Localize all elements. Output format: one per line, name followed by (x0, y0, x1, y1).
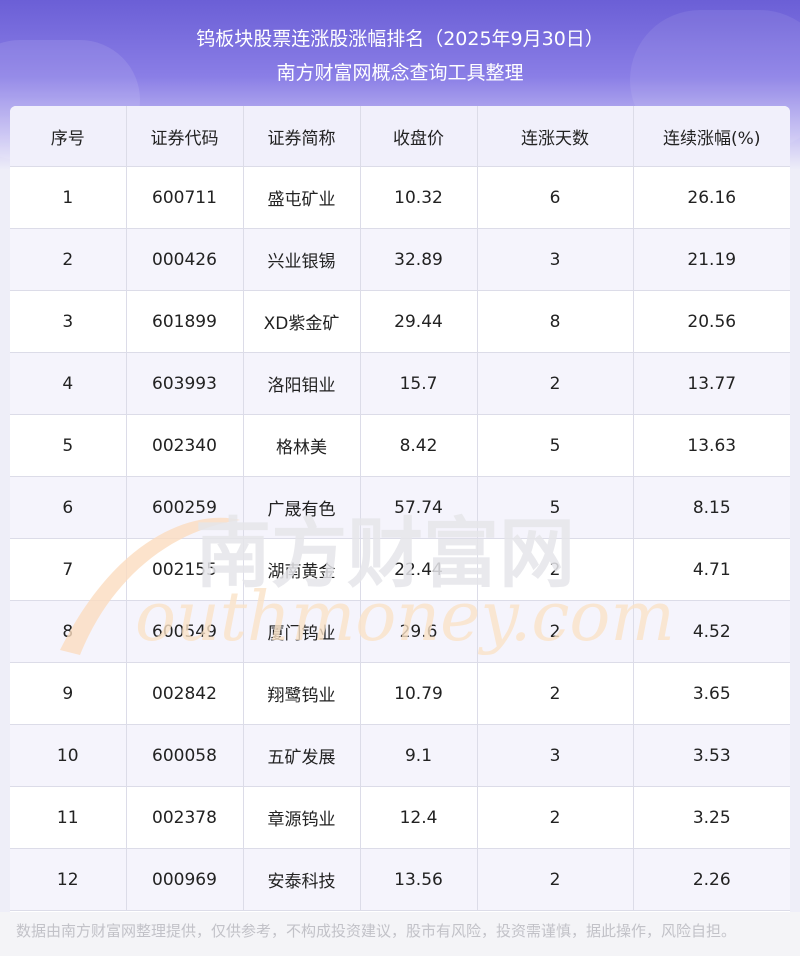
cell-index: 7 (10, 538, 127, 601)
cell-name: 翔鹭钨业 (242, 662, 361, 725)
cell-close-price: 29.6 (359, 600, 478, 663)
ranking-table-card: 序号 证券代码 证券简称 收盘价 连涨天数 连续涨幅(%) 1 600711 盛… (10, 106, 790, 912)
cell-cumulative-gain: 20.56 (632, 290, 790, 353)
cell-code: 600259 (125, 476, 244, 539)
cell-index: 4 (10, 352, 127, 415)
cell-rising-days: 2 (476, 600, 634, 663)
cell-close-price: 12.4 (359, 786, 478, 849)
table-row: 8 600549 厦门钨业 29.6 2 4.52 (10, 600, 790, 663)
page-title: 钨板块股票连涨股涨幅排名（2025年9月30日） (196, 28, 604, 50)
cell-code: 002842 (125, 662, 244, 725)
cell-cumulative-gain: 3.65 (632, 662, 790, 725)
cell-code: 002155 (125, 538, 244, 601)
cell-cumulative-gain: 4.71 (632, 538, 790, 601)
cell-cumulative-gain: 13.77 (632, 352, 790, 415)
cell-rising-days: 6 (476, 166, 634, 229)
cell-cumulative-gain: 13.63 (632, 414, 790, 477)
cell-index: 11 (10, 786, 127, 849)
table-row: 3 601899 XD紫金矿 29.44 8 20.56 (10, 290, 790, 353)
cell-name: 湖南黄金 (242, 538, 361, 601)
column-header-index: 序号 (10, 106, 127, 167)
cell-index: 12 (10, 848, 127, 911)
cell-name: 广晟有色 (242, 476, 361, 539)
cell-index: 5 (10, 414, 127, 477)
table-row: 4 603993 洛阳钼业 15.7 2 13.77 (10, 352, 790, 415)
column-header-rising-days: 连涨天数 (476, 106, 634, 167)
cell-name: 盛屯矿业 (242, 166, 361, 229)
table-header-row: 序号 证券代码 证券简称 收盘价 连涨天数 连续涨幅(%) (10, 106, 790, 167)
cell-cumulative-gain: 3.25 (632, 786, 790, 849)
cell-close-price: 9.1 (359, 724, 478, 787)
cell-code: 000969 (125, 848, 244, 911)
cell-code: 603993 (125, 352, 244, 415)
cell-rising-days: 8 (476, 290, 634, 353)
cell-rising-days: 2 (476, 662, 634, 725)
cell-cumulative-gain: 21.19 (632, 228, 790, 291)
table-row: 5 002340 格林美 8.42 5 13.63 (10, 414, 790, 477)
cell-code: 601899 (125, 290, 244, 353)
cell-close-price: 10.79 (359, 662, 478, 725)
cell-close-price: 32.89 (359, 228, 478, 291)
cell-close-price: 15.7 (359, 352, 478, 415)
cell-cumulative-gain: 8.15 (632, 476, 790, 539)
cell-rising-days: 2 (476, 786, 634, 849)
cell-name: 洛阳钼业 (242, 352, 361, 415)
table-row: 2 000426 兴业银锡 32.89 3 21.19 (10, 228, 790, 291)
cell-close-price: 29.44 (359, 290, 478, 353)
table-row: 7 002155 湖南黄金 22.44 2 4.71 (10, 538, 790, 601)
cell-rising-days: 3 (476, 724, 634, 787)
cell-code: 600711 (125, 166, 244, 229)
table-row: 12 000969 安泰科技 13.56 2 2.26 (10, 848, 790, 911)
cell-close-price: 22.44 (359, 538, 478, 601)
cell-close-price: 57.74 (359, 476, 478, 539)
table-row: 1 600711 盛屯矿业 10.32 6 26.16 (10, 166, 790, 229)
table-body: 1 600711 盛屯矿业 10.32 6 26.16 2 000426 兴业银… (10, 166, 790, 911)
table-row: 10 600058 五矿发展 9.1 3 3.53 (10, 724, 790, 787)
cell-rising-days: 2 (476, 352, 634, 415)
disclaimer-footer: 数据由南方财富网整理提供，仅供参考，不构成投资建议，股市有风险，投资需谨慎，据此… (0, 912, 800, 956)
cell-name: 格林美 (242, 414, 361, 477)
cell-index: 9 (10, 662, 127, 725)
cell-rising-days: 5 (476, 414, 634, 477)
cell-name: 厦门钨业 (242, 600, 361, 663)
cell-code: 002378 (125, 786, 244, 849)
cell-rising-days: 3 (476, 228, 634, 291)
cell-name: 章源钨业 (242, 786, 361, 849)
cell-index: 10 (10, 724, 127, 787)
cell-code: 002340 (125, 414, 244, 477)
table-row: 11 002378 章源钨业 12.4 2 3.25 (10, 786, 790, 849)
cell-cumulative-gain: 2.26 (632, 848, 790, 911)
cell-code: 600549 (125, 600, 244, 663)
cell-index: 1 (10, 166, 127, 229)
cell-close-price: 13.56 (359, 848, 478, 911)
cell-name: 五矿发展 (242, 724, 361, 787)
disclaimer-text: 数据由南方财富网整理提供，仅供参考，不构成投资建议，股市有风险，投资需谨慎，据此… (16, 922, 737, 940)
column-header-close-price: 收盘价 (359, 106, 478, 167)
column-header-code: 证券代码 (125, 106, 244, 167)
cell-name: 安泰科技 (242, 848, 361, 911)
table-row: 9 002842 翔鹭钨业 10.79 2 3.65 (10, 662, 790, 725)
table-row: 6 600259 广晟有色 57.74 5 8.15 (10, 476, 790, 539)
cell-index: 3 (10, 290, 127, 353)
cell-close-price: 10.32 (359, 166, 478, 229)
cell-code: 600058 (125, 724, 244, 787)
cell-rising-days: 2 (476, 848, 634, 911)
cell-rising-days: 2 (476, 538, 634, 601)
cell-cumulative-gain: 26.16 (632, 166, 790, 229)
cell-index: 8 (10, 600, 127, 663)
column-header-cumulative-gain: 连续涨幅(%) (632, 106, 790, 167)
page-subtitle: 南方财富网概念查询工具整理 (276, 62, 524, 84)
cell-code: 000426 (125, 228, 244, 291)
cell-name: 兴业银锡 (242, 228, 361, 291)
cell-rising-days: 5 (476, 476, 634, 539)
cell-index: 6 (10, 476, 127, 539)
cell-index: 2 (10, 228, 127, 291)
cell-close-price: 8.42 (359, 414, 478, 477)
cell-cumulative-gain: 3.53 (632, 724, 790, 787)
ranking-table: 序号 证券代码 证券简称 收盘价 连涨天数 连续涨幅(%) 1 600711 盛… (10, 106, 790, 911)
cell-cumulative-gain: 4.52 (632, 600, 790, 663)
column-header-name: 证券简称 (242, 106, 361, 167)
cell-name: XD紫金矿 (242, 290, 361, 353)
